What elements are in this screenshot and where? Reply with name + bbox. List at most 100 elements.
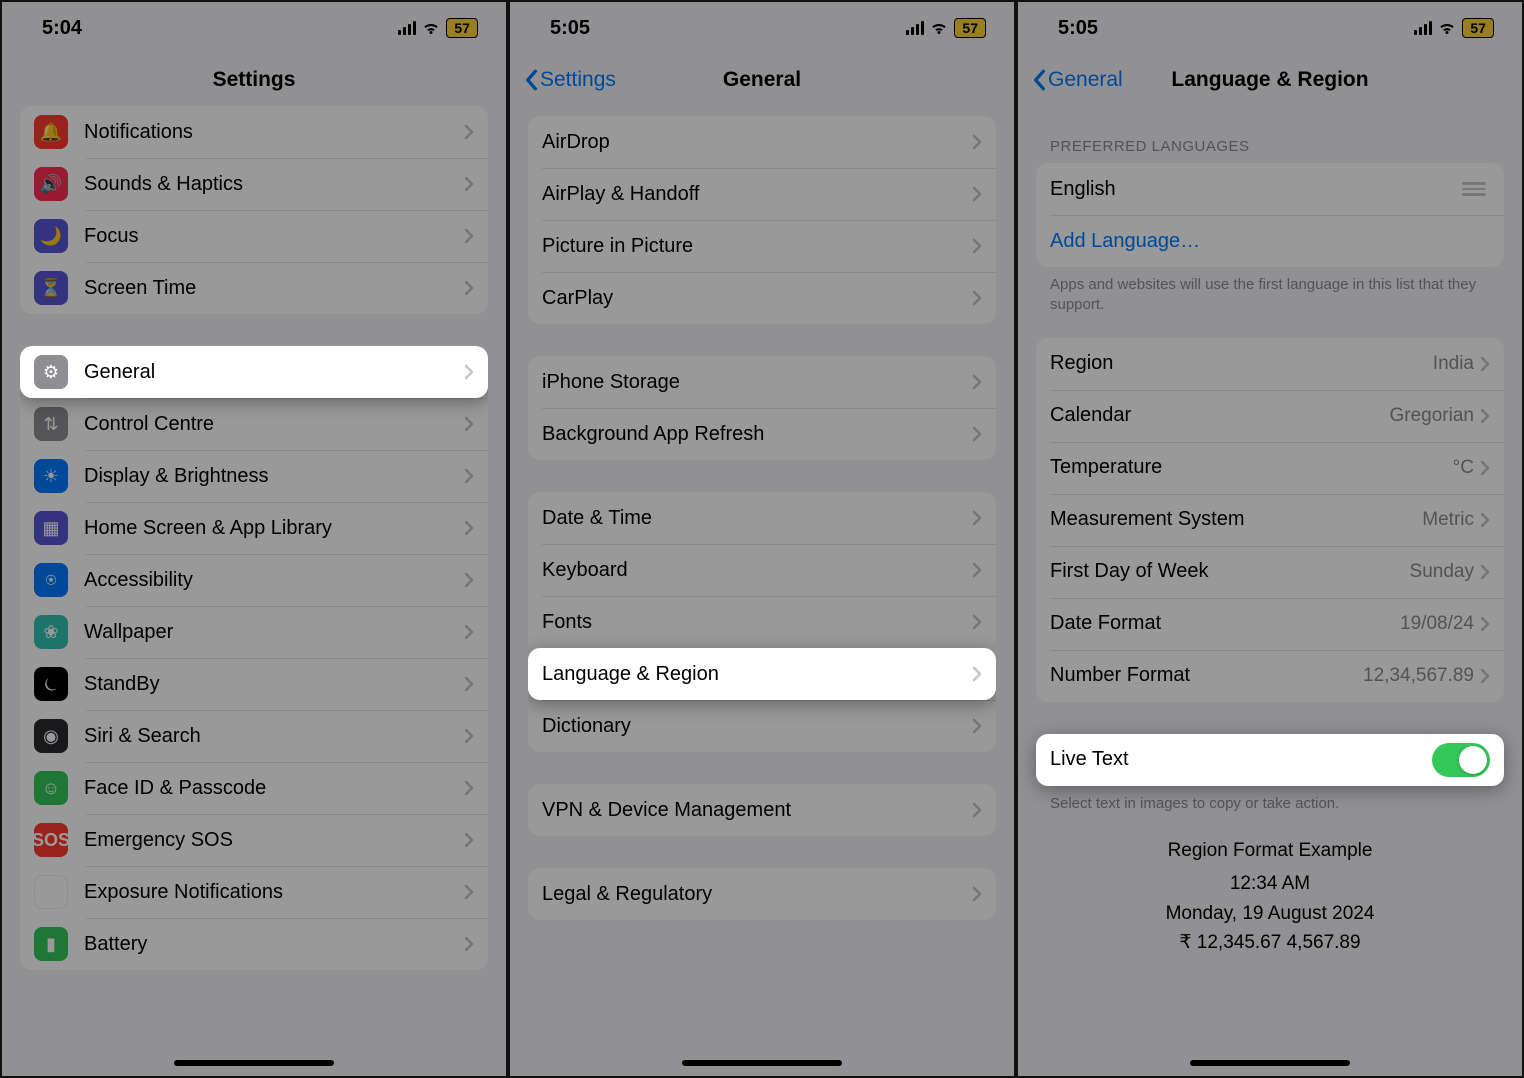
chevron-right-icon [464,780,474,796]
row-label: CarPlay [542,287,972,310]
row-first-day[interactable]: First Day of WeekSunday [1036,546,1504,598]
exposure-icon: ✺ [34,875,68,909]
standby-icon: ⏾ [34,667,68,701]
row-sounds-haptics[interactable]: 🔊Sounds & Haptics [20,158,488,210]
face-id-icon: ☺ [34,771,68,805]
row-control-centre[interactable]: ⇅Control Centre [20,398,488,450]
row-fonts[interactable]: Fonts [528,596,996,648]
row-label: Calendar [1050,404,1390,427]
status-bar: 5:04 57 [2,2,506,54]
home-indicator[interactable] [682,1060,842,1066]
battery-icon: ▮ [34,927,68,961]
siri-search-icon: ◉ [34,719,68,753]
row-battery[interactable]: ▮Battery [20,918,488,970]
row-display-brightness[interactable]: ☀Display & Brightness [20,450,488,502]
chevron-right-icon [972,186,982,202]
chevron-right-icon [464,364,474,380]
reorder-handle-icon[interactable] [1462,182,1490,196]
row-date-format[interactable]: Date Format19/08/24 [1036,598,1504,650]
row-label: Temperature [1050,456,1453,479]
back-label: General [1048,68,1123,92]
row-value: Metric [1422,509,1474,531]
chevron-right-icon [1480,356,1490,372]
row-date-time[interactable]: Date & Time [528,492,996,544]
row-siri-search[interactable]: ◉ Siri & Search [20,710,488,762]
chevron-right-icon [972,562,982,578]
row-measurement[interactable]: Measurement SystemMetric [1036,494,1504,546]
chevron-right-icon [464,676,474,692]
row-exposure[interactable]: ✺ Exposure Notifications [20,866,488,918]
chevron-right-icon [1480,668,1490,684]
row-airdrop[interactable]: AirDrop [528,116,996,168]
row-bg-refresh[interactable]: Background App Refresh [528,408,996,460]
chevron-right-icon [972,666,982,682]
chevron-right-icon [464,624,474,640]
row-value: Gregorian [1390,405,1475,427]
region-format-example: Region Format Example 12:34 AM Monday, 1… [1036,836,1504,958]
chevron-right-icon [972,802,982,818]
row-region[interactable]: RegionIndia [1036,338,1504,390]
status-indicators: 57 [906,18,986,38]
row-home-screen[interactable]: ▦Home Screen & App Library [20,502,488,554]
status-indicators: 57 [1414,18,1494,38]
row-number-format[interactable]: Number Format12,34,567.89 [1036,650,1504,702]
wifi-icon [422,19,440,37]
home-indicator[interactable] [1190,1060,1350,1066]
row-face-id[interactable]: ☺ Face ID & Passcode [20,762,488,814]
chevron-right-icon [972,290,982,306]
row-label: General [84,361,464,384]
row-label: StandBy [84,673,464,696]
row-general[interactable]: ⚙General [20,346,488,398]
back-button[interactable]: Settings [524,68,616,92]
row-keyboard[interactable]: Keyboard [528,544,996,596]
preferred-language-row[interactable]: English [1036,163,1504,215]
row-temperature[interactable]: Temperature°C [1036,442,1504,494]
row-standby[interactable]: ⏾ StandBy [20,658,488,710]
row-carplay[interactable]: CarPlay [528,272,996,324]
row-label: Siri & Search [84,725,464,748]
row-airplay[interactable]: AirPlay & Handoff [528,168,996,220]
row-iphone-storage[interactable]: iPhone Storage [528,356,996,408]
chevron-right-icon [464,572,474,588]
row-label: Date Format [1050,612,1400,635]
row-label: Keyboard [542,559,972,582]
add-language-row[interactable]: Add Language… [1036,215,1504,267]
row-label: Exposure Notifications [84,881,464,904]
chevron-right-icon [972,614,982,630]
row-label: Region [1050,352,1433,375]
row-label: Fonts [542,611,972,634]
add-language-label: Add Language… [1050,230,1490,253]
preferred-languages-header: PREFERRED LANGUAGES [1036,138,1504,163]
row-label: Control Centre [84,413,464,436]
row-label: AirPlay & Handoff [542,183,972,206]
row-accessibility[interactable]: ⍟Accessibility [20,554,488,606]
row-dictionary[interactable]: Dictionary [528,700,996,752]
battery-indicator: 57 [446,18,478,38]
row-pip[interactable]: Picture in Picture [528,220,996,272]
row-emergency-sos[interactable]: SOSEmergency SOS [20,814,488,866]
row-label: Face ID & Passcode [84,777,464,800]
nav-bar: Settings [2,54,506,106]
row-calendar[interactable]: CalendarGregorian [1036,390,1504,442]
chevron-right-icon [464,468,474,484]
display-brightness-icon: ☀ [34,459,68,493]
home-indicator[interactable] [174,1060,334,1066]
row-focus[interactable]: 🌙Focus [20,210,488,262]
example-time: 12:34 AM [1036,869,1504,898]
chevron-right-icon [1480,564,1490,580]
screen-settings: 5:04 57 Settings 🔔Notifications🔊Sounds &… [0,0,508,1078]
chevron-right-icon [972,886,982,902]
row-language-region[interactable]: Language & Region [528,648,996,700]
back-button[interactable]: General [1032,68,1123,92]
row-wallpaper[interactable]: ❀Wallpaper [20,606,488,658]
row-vpn[interactable]: VPN & Device Management [528,784,996,836]
back-label: Settings [540,68,616,92]
example-date: Monday, 19 August 2024 [1036,899,1504,928]
live-text-row[interactable]: Live Text [1036,734,1504,786]
chevron-left-icon [524,69,538,91]
row-value: Sunday [1410,561,1474,583]
row-legal[interactable]: Legal & Regulatory [528,868,996,920]
live-text-toggle[interactable] [1432,743,1490,777]
row-screen-time[interactable]: ⏳Screen Time [20,262,488,314]
row-notifications[interactable]: 🔔Notifications [20,106,488,158]
